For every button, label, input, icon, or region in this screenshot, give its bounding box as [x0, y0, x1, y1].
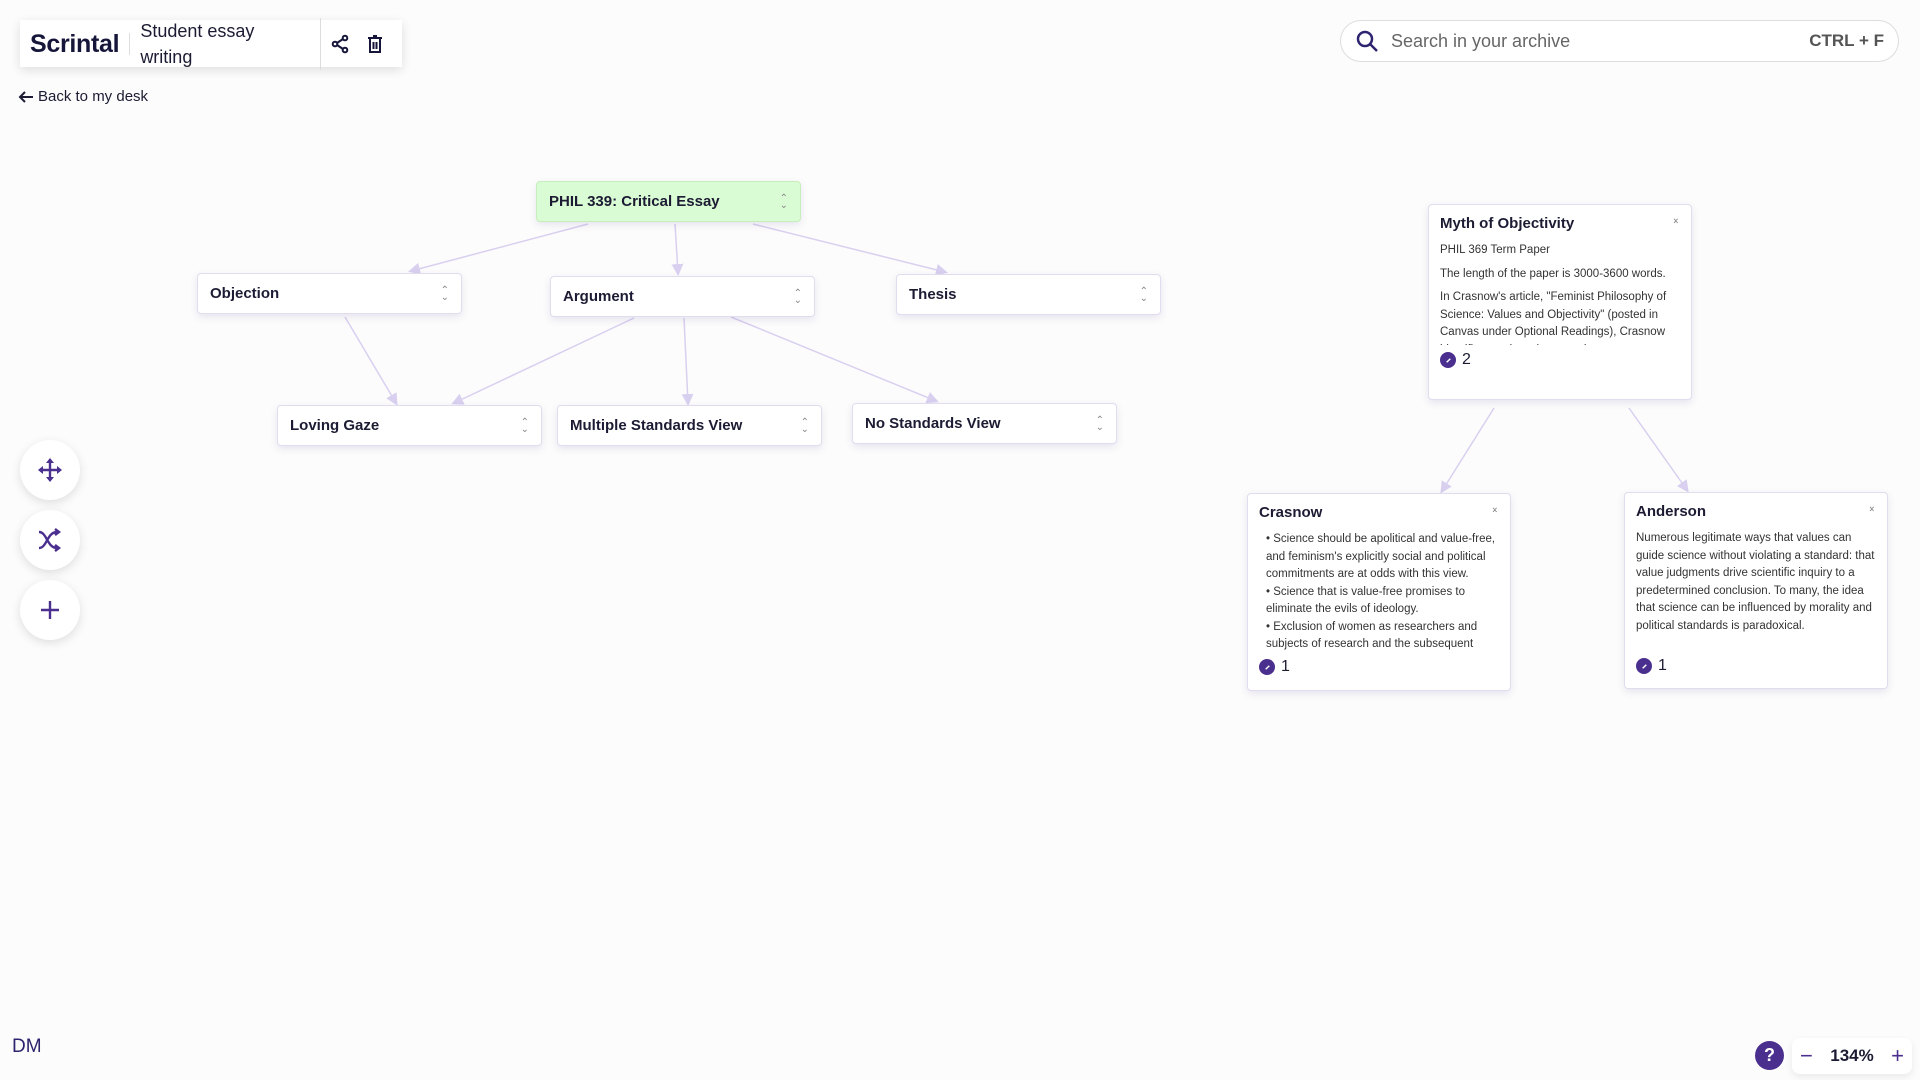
plus-icon — [41, 601, 59, 619]
card-text: • Science should be apolitical and value… — [1266, 533, 1496, 580]
shuffle-tool-button[interactable] — [20, 510, 80, 570]
collapse-icon[interactable]: ⌄ ⌃ — [1868, 502, 1876, 520]
edge — [1440, 407, 1495, 494]
zoom-control: − 134% + — [1792, 1038, 1912, 1074]
card-myth-of-objectivity[interactable]: Myth of Objectivity ⌄ ⌃ PHIL 369 Term Pape… — [1428, 204, 1692, 400]
node-label: Multiple Standards View — [570, 417, 743, 434]
node-label: Argument — [563, 288, 634, 305]
edge — [752, 223, 948, 276]
collapse-icon[interactable]: ⌄ ⌃ — [1672, 214, 1680, 232]
node-thesis[interactable]: Thesis ⌃ ⌄ — [896, 274, 1161, 315]
card-title: Anderson — [1636, 503, 1707, 520]
edge — [681, 317, 694, 406]
card-crasnow[interactable]: Crasnow ⌄ ⌃ • Science should be apolitical… — [1247, 493, 1511, 691]
zoom-in-button[interactable]: + — [1891, 1043, 1904, 1069]
card-text: In Crasnow's article, "Feminist Philosop… — [1440, 291, 1667, 345]
expand-icon[interactable]: ⌃ ⌄ — [521, 417, 529, 434]
expand-icon[interactable]: ⌃ ⌄ — [1140, 286, 1148, 303]
card-text: Numerous legitimate ways that values can… — [1636, 532, 1875, 632]
card-title: Myth of Objectivity — [1440, 215, 1575, 232]
edge — [408, 223, 589, 275]
node-label: No Standards View — [865, 415, 1001, 432]
edge — [344, 316, 398, 406]
expand-icon[interactable]: ⌃ ⌄ — [801, 417, 809, 434]
zoom-out-button[interactable]: − — [1800, 1043, 1813, 1069]
node-label: Loving Gaze — [290, 417, 380, 434]
node-multiple-standards[interactable]: Multiple Standards View ⌃ ⌄ — [557, 405, 822, 446]
link-count-value: 2 — [1462, 351, 1471, 368]
card-anderson[interactable]: Anderson ⌄ ⌃ Numerous legitimate ways that… — [1624, 492, 1888, 689]
link-count[interactable]: 2 — [1440, 351, 1680, 369]
link-icon — [1440, 352, 1456, 368]
help-button[interactable]: ? — [1755, 1041, 1784, 1070]
add-tool-button[interactable] — [20, 580, 80, 640]
edge — [730, 316, 939, 404]
node-loving-gaze[interactable]: Loving Gaze ⌃ ⌄ — [277, 405, 542, 446]
node-root[interactable]: PHIL 339: Critical Essay ⌃ ⌄ — [536, 181, 801, 222]
user-avatar[interactable]: DM — [12, 1036, 42, 1058]
node-label: Thesis — [909, 286, 957, 303]
card-text: PHIL 369 Term Paper — [1440, 244, 1550, 256]
card-text: • Science that is value-free promises to… — [1266, 585, 1465, 616]
edge — [1628, 407, 1689, 493]
expand-icon[interactable]: ⌃ ⌄ — [1096, 415, 1104, 432]
collapse-icon[interactable]: ⌄ ⌃ — [1491, 503, 1499, 521]
node-label: PHIL 339: Critical Essay — [549, 193, 720, 210]
link-count-value: 1 — [1658, 657, 1667, 674]
move-tool-button[interactable] — [20, 440, 80, 500]
card-text: • Exclusion of women as researchers and … — [1266, 620, 1478, 651]
link-icon — [1636, 658, 1652, 674]
node-no-standards[interactable]: No Standards View ⌃ ⌄ — [852, 403, 1117, 444]
link-count[interactable]: 1 — [1636, 657, 1876, 675]
card-title: Crasnow — [1259, 504, 1323, 521]
expand-icon[interactable]: ⌃ ⌄ — [780, 193, 788, 210]
edge — [671, 223, 684, 276]
link-count[interactable]: 1 — [1259, 658, 1499, 676]
link-icon — [1259, 659, 1275, 675]
node-objection[interactable]: Objection ⌃ ⌄ — [197, 273, 462, 314]
node-label: Objection — [210, 285, 280, 302]
node-argument[interactable]: Argument ⌃ ⌄ — [550, 276, 815, 317]
zoom-level: 134% — [1830, 1046, 1874, 1065]
move-icon — [38, 458, 62, 482]
link-count-value: 1 — [1281, 658, 1290, 675]
expand-icon[interactable]: ⌃ ⌄ — [794, 288, 802, 305]
expand-icon[interactable]: ⌃ ⌄ — [441, 285, 449, 302]
edge — [451, 317, 635, 405]
card-text: The length of the paper is 3000-3600 wor… — [1440, 267, 1666, 280]
shuffle-icon — [38, 528, 61, 552]
